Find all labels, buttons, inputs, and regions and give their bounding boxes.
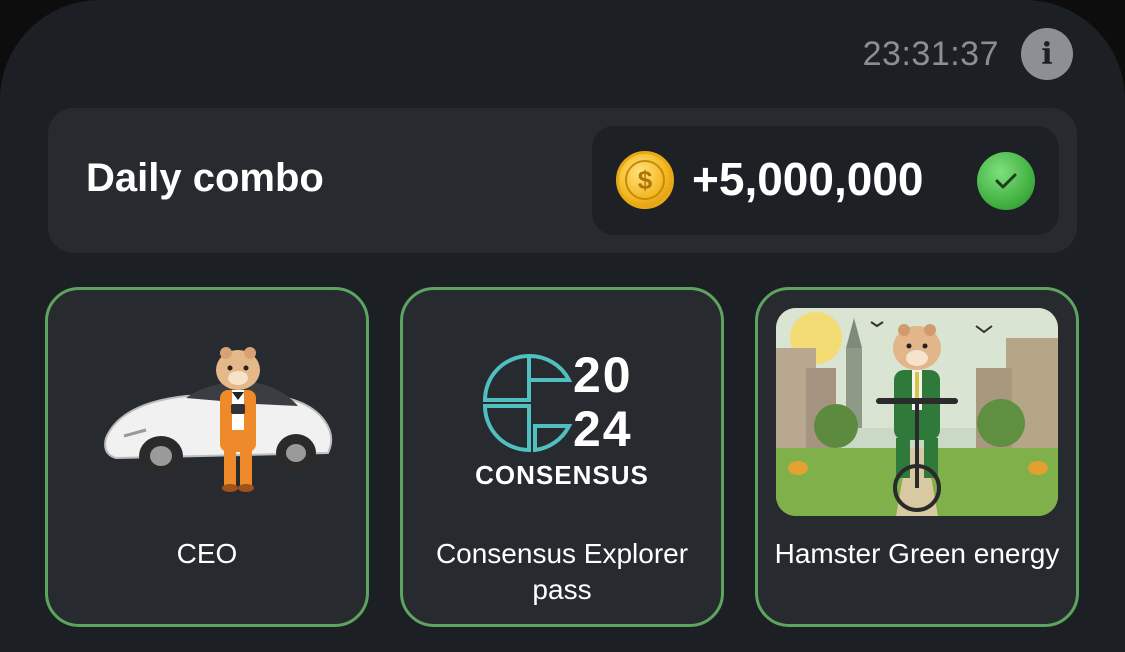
consensus-2024-logo: 20 24 CONSENSUS [421,308,703,516]
reward-box: $ +5,000,000 [592,126,1059,235]
countdown-timer: 23:31:37 [862,34,999,73]
card-label: Hamster Green energy [774,538,1060,569]
timer-row: 23:31:37 i [863,28,1073,80]
card-hamster-green-energy[interactable]: Hamster Green energy [755,287,1079,627]
coin-symbol: $ [625,160,665,200]
info-icon[interactable]: i [1021,28,1073,80]
consensus-logo-text: CONSENSUS [475,460,649,490]
consensus-year-top: 20 [573,347,633,403]
card-consensus-explorer-pass[interactable]: 20 24 CONSENSUS Consensus Explorer pass [400,287,724,627]
hamster-with-car-image [66,308,348,516]
card-label: Consensus Explorer pass [435,538,689,605]
card-label: CEO [176,538,238,569]
daily-combo-title: Daily combo [86,156,324,200]
daily-combo-bar: Daily combo $ +5,000,000 [48,108,1077,253]
card-ceo[interactable]: CEO [45,287,369,627]
hamster-on-bicycle-image [776,308,1058,516]
check-icon [977,152,1035,210]
consensus-year-bottom: 24 [573,401,633,457]
combo-panel: 23:31:37 i Daily combo $ +5,000,000 CEO … [0,0,1125,652]
reward-amount: +5,000,000 [692,153,924,205]
coin-icon: $ [616,151,674,209]
